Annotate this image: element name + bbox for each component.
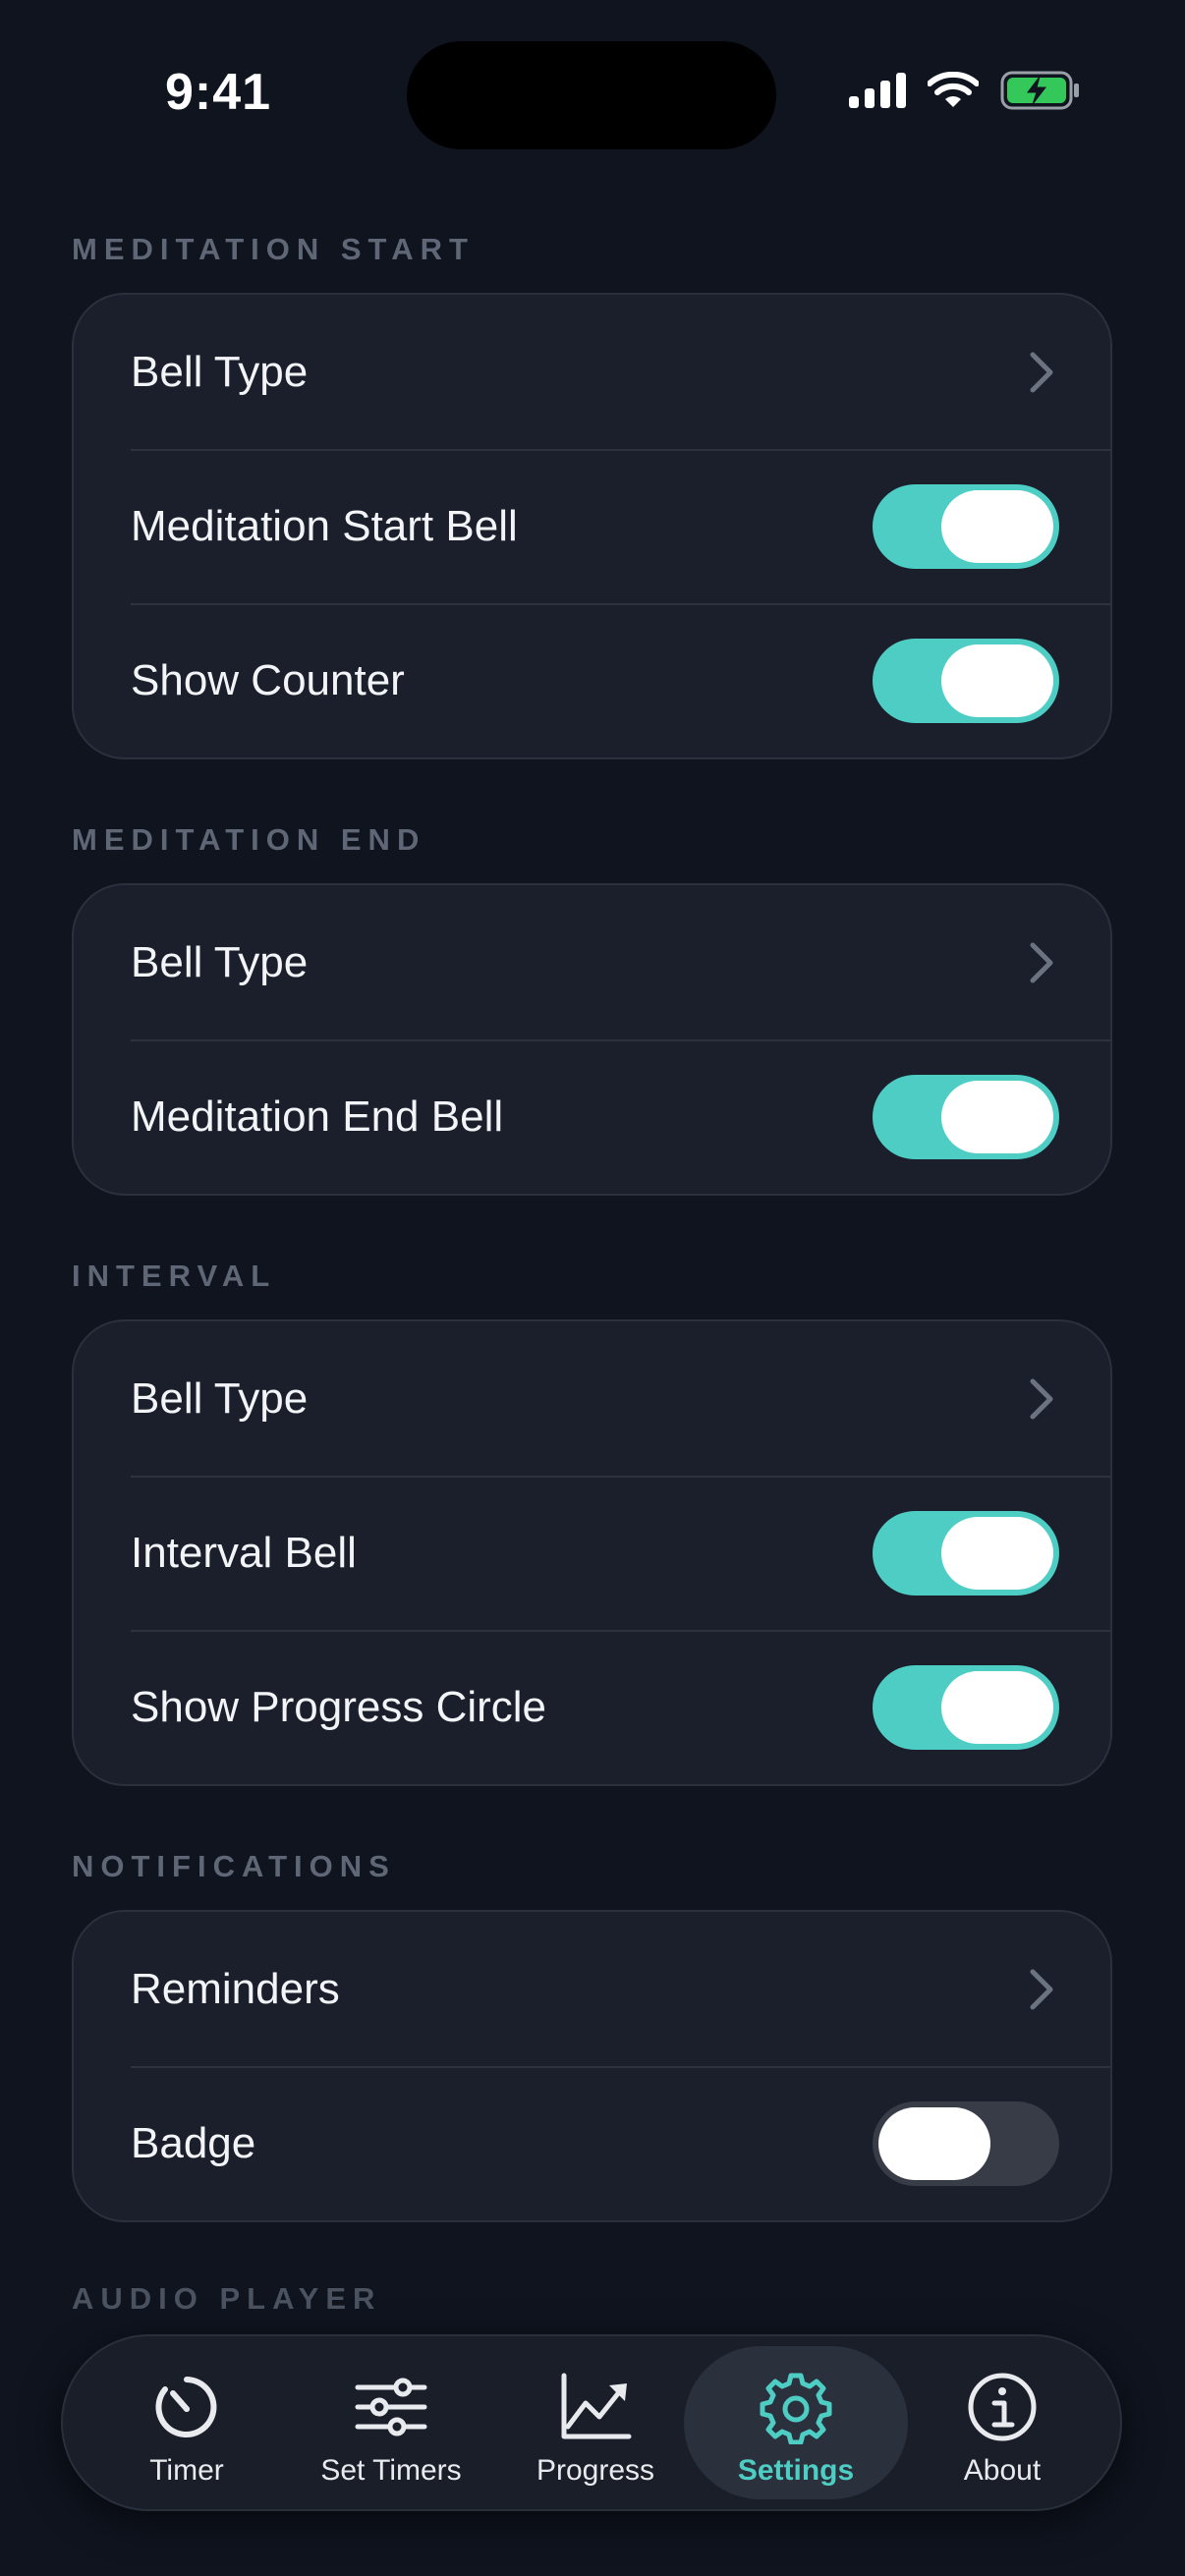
row-label: Meditation End Bell (131, 1092, 504, 1141)
tab-set-timers[interactable]: Set Timers (293, 2346, 489, 2499)
interval-bell-row: Interval Bell (74, 1476, 1110, 1630)
battery-charging-icon (1000, 71, 1079, 110)
badge-row: Badge (74, 2066, 1110, 2220)
dynamic-island (407, 41, 776, 149)
show-progress-circle-toggle[interactable] (873, 1664, 1059, 1750)
sliders-icon (355, 2378, 427, 2436)
section-header-meditation-start: MEDITATION START (72, 232, 475, 266)
notifications-card: Reminders Badge (72, 1910, 1112, 2222)
tab-label: Set Timers (320, 2454, 462, 2487)
toggle-knob (941, 644, 1053, 717)
section-header-meditation-end: MEDITATION END (72, 822, 426, 857)
wifi-icon (928, 72, 979, 107)
toggle-knob (941, 489, 1053, 563)
show-counter-toggle[interactable] (873, 638, 1059, 723)
chart-icon (561, 2373, 632, 2439)
bell-type-row-interval[interactable]: Bell Type (74, 1321, 1110, 1476)
row-label: Show Counter (131, 655, 405, 704)
row-label: Bell Type (131, 1373, 309, 1423)
bell-type-row-end[interactable]: Bell Type (74, 885, 1110, 1039)
interval-bell-toggle[interactable] (873, 1510, 1059, 1596)
toggle-knob (941, 1670, 1053, 1744)
meditation-start-bell-row: Meditation Start Bell (74, 449, 1110, 603)
meditation-end-bell-row: Meditation End Bell (74, 1039, 1110, 1194)
row-label: Bell Type (131, 347, 309, 396)
chevron-right-icon (1030, 352, 1053, 392)
meditation-start-bell-toggle[interactable] (873, 483, 1059, 569)
bell-type-row-start[interactable]: Bell Type (74, 295, 1110, 449)
chevron-right-icon (1030, 1378, 1053, 1419)
row-label: Reminders (131, 1964, 340, 2013)
tab-settings[interactable]: Settings (684, 2346, 908, 2499)
tab-progress[interactable]: Progress (497, 2346, 694, 2499)
row-label: Bell Type (131, 937, 309, 986)
row-label: Show Progress Circle (131, 1682, 547, 1731)
cellular-signal-icon (849, 73, 906, 108)
show-progress-circle-row: Show Progress Circle (74, 1630, 1110, 1784)
show-counter-row: Show Counter (74, 603, 1110, 757)
timer-icon (155, 2377, 217, 2437)
meditation-end-bell-toggle[interactable] (873, 1074, 1059, 1159)
badge-toggle[interactable] (873, 2100, 1059, 2186)
status-bar: 9:41 (0, 0, 1185, 167)
status-time: 9:41 (165, 64, 272, 121)
gear-icon (760, 2373, 832, 2444)
row-label: Badge (131, 2118, 256, 2167)
meditation-end-card: Bell Type Meditation End Bell (72, 883, 1112, 1196)
tab-label: Settings (737, 2454, 855, 2487)
tab-bar: Timer Set Timers Progress Settings About (61, 2334, 1122, 2511)
toggle-knob (941, 1080, 1053, 1153)
toggle-knob (941, 1516, 1053, 1590)
tab-label: Timer (149, 2454, 224, 2487)
row-label: Interval Bell (131, 1528, 357, 1577)
row-label: Meditation Start Bell (131, 501, 518, 550)
tab-about[interactable]: About (904, 2346, 1100, 2499)
chevron-right-icon (1030, 1969, 1053, 2009)
info-icon (968, 2373, 1037, 2441)
status-icons (849, 71, 1081, 110)
interval-card: Bell Type Interval Bell Show Progress Ci… (72, 1319, 1112, 1786)
section-header-notifications: NOTIFICATIONS (72, 1849, 396, 1883)
section-header-interval: INTERVAL (72, 1259, 277, 1293)
section-header-audio-player: AUDIO PLAYER (72, 2281, 382, 2316)
tab-label: About (963, 2454, 1042, 2487)
tab-timer[interactable]: Timer (88, 2346, 285, 2499)
chevron-right-icon (1030, 942, 1053, 982)
meditation-start-card: Bell Type Meditation Start Bell Show Cou… (72, 293, 1112, 759)
toggle-knob (878, 2106, 990, 2180)
tab-label: Progress (536, 2454, 655, 2487)
reminders-row[interactable]: Reminders (74, 1912, 1110, 2066)
